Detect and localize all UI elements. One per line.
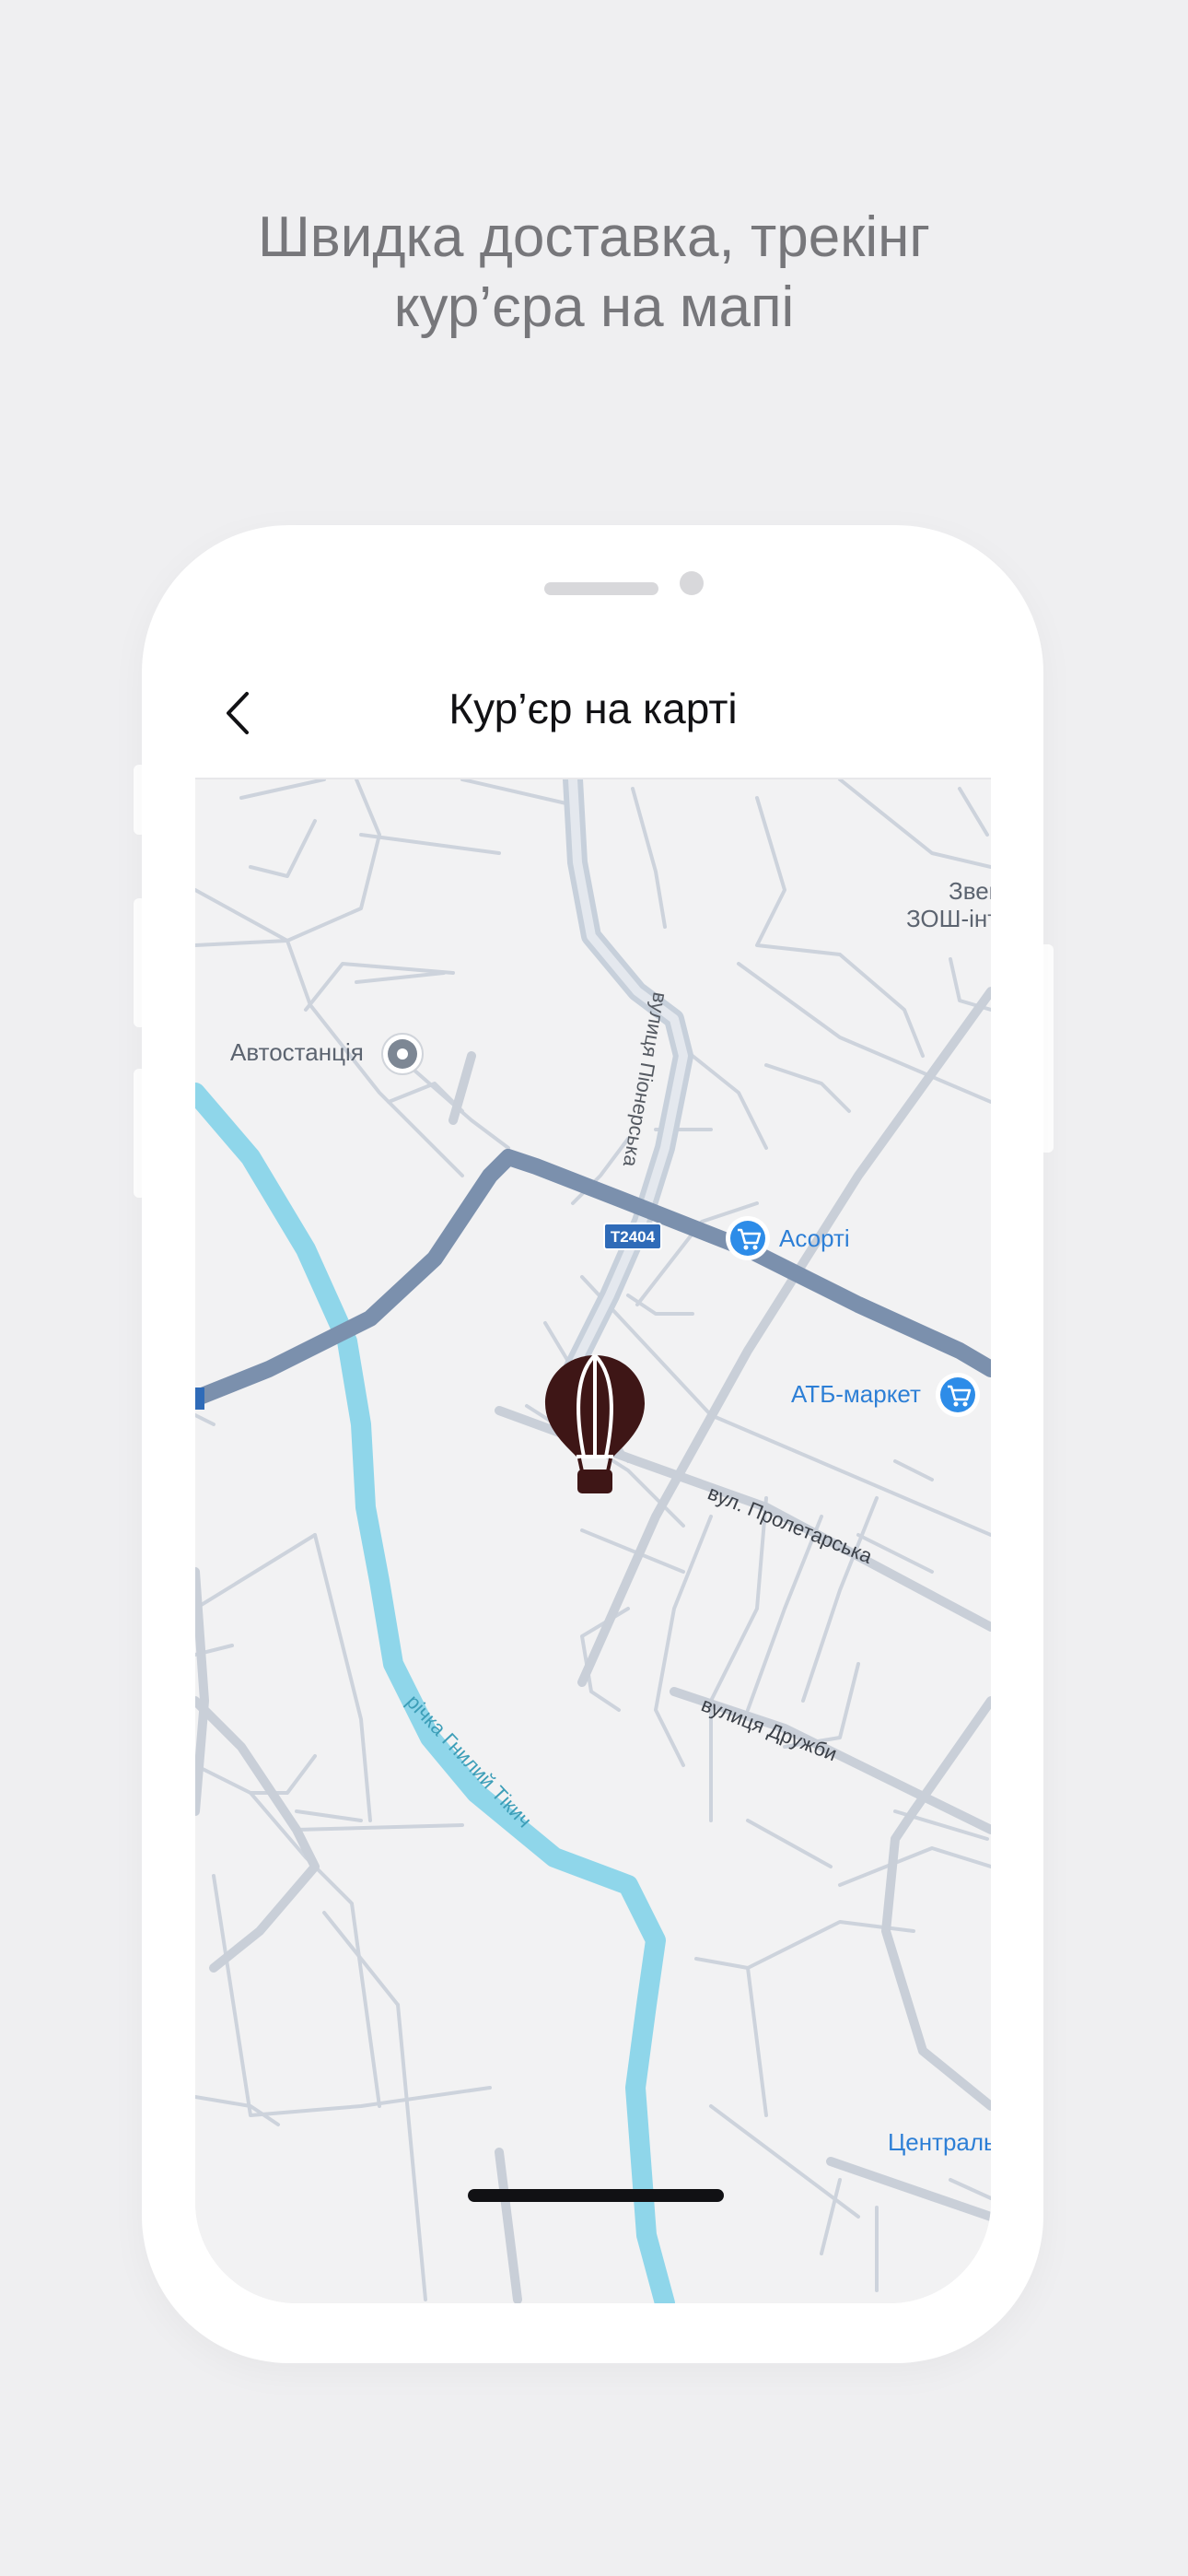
headline: Швидка доставка, трекінг кур’єра на мапі (0, 203, 1188, 343)
poi-shop-atb-label: АТБ-маркет (791, 1380, 921, 1408)
poi-school-label-line-1: Звен (949, 877, 991, 905)
home-indicator (468, 2189, 724, 2202)
highway-edge-marker (195, 1388, 204, 1410)
poi-center-label: Централь (888, 2128, 991, 2156)
poi-school-label-line-2: ЗОШ-інт (906, 905, 991, 932)
app-screen: Кур’єр на карті T2404 вулиця Піонерська … (195, 621, 991, 2303)
road-badge-label: T2404 (611, 1228, 656, 1246)
poi-bus-station-label: Автостанція (230, 1038, 364, 1066)
page-title: Кур’єр на карті (448, 685, 738, 732)
shopping-cart-icon (726, 1216, 770, 1260)
phone-speaker (544, 582, 658, 595)
headline-line-1: Швидка доставка, трекінг (257, 205, 931, 269)
navigation-bar: Кур’єр на карті (195, 621, 991, 779)
phone-frame: Кур’єр на карті T2404 вулиця Піонерська … (142, 525, 1043, 2363)
location-pin-icon (381, 1033, 424, 1075)
poi-shop-asorti-label: Асорті (779, 1224, 850, 1252)
map-canvas[interactable]: T2404 вулиця Піонерська вул. Пролетарськ… (195, 779, 991, 2303)
road-badge: T2404 (603, 1223, 662, 1250)
headline-line-2: кур’єра на мапі (393, 275, 795, 339)
map-view[interactable]: T2404 вулиця Піонерська вул. Пролетарськ… (195, 779, 991, 2303)
phone-camera (680, 571, 704, 595)
shopping-cart-icon (936, 1373, 980, 1417)
